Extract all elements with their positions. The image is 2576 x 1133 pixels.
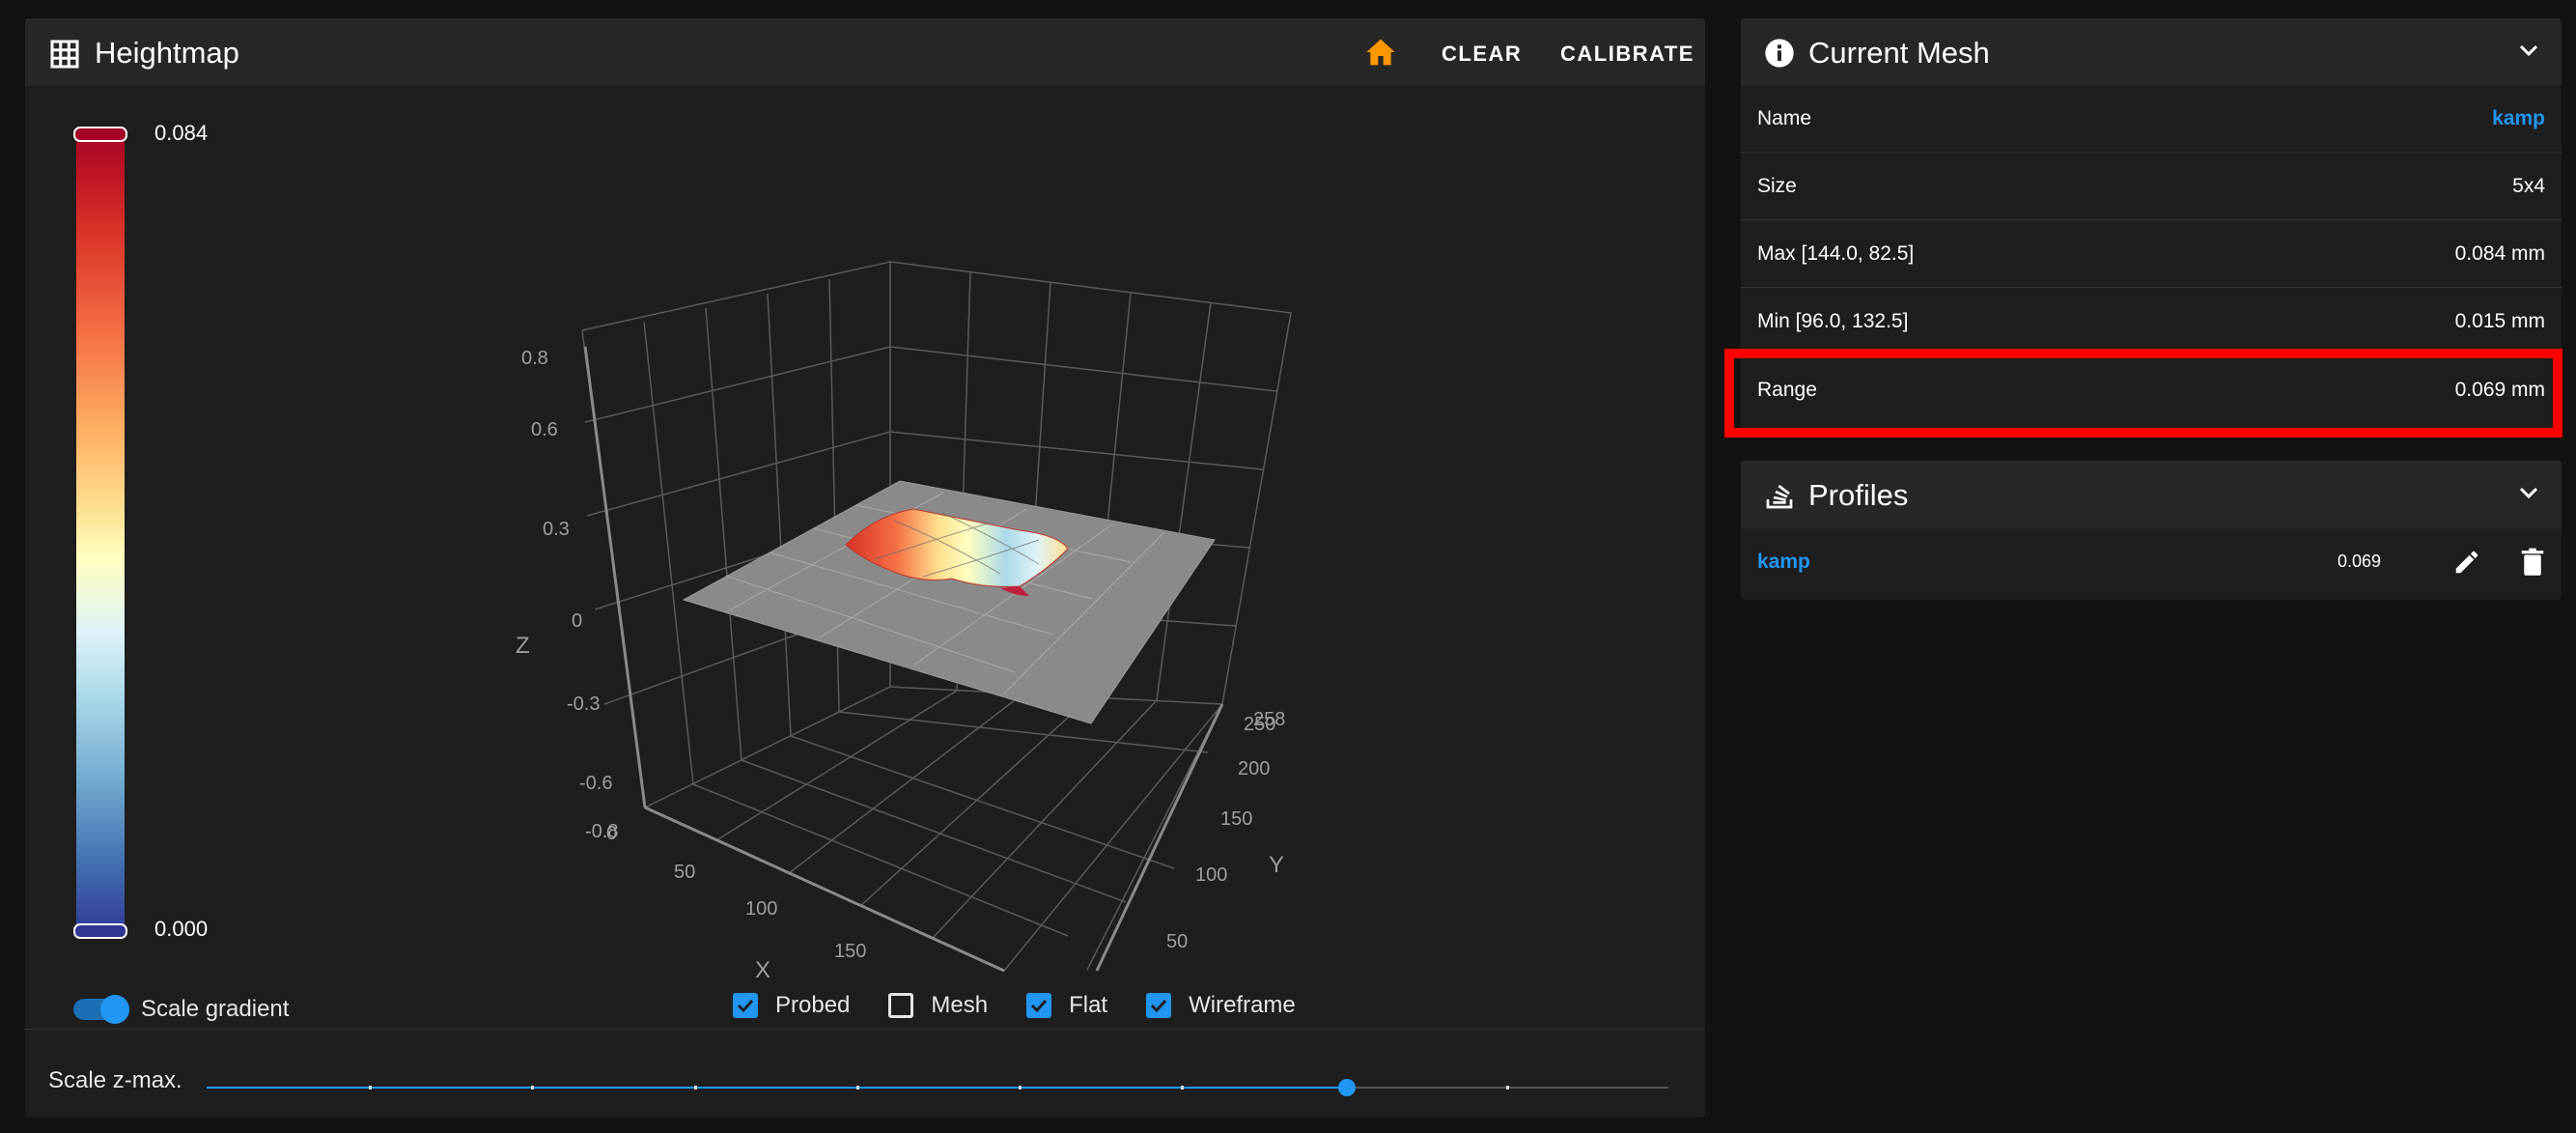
x-tick-label: 0 (606, 823, 617, 844)
z-tick-label: 0.3 (543, 519, 570, 540)
y-tick-label: 250 (1244, 714, 1275, 735)
clear-button[interactable]: CLEAR (1442, 42, 1522, 67)
z-tick-label: -0.3 (567, 694, 600, 715)
current-mesh-header[interactable]: Current Mesh (1741, 18, 2562, 86)
grid-icon (50, 40, 79, 73)
heightmap-card: Heightmap CLEAR CALIBRATE 0.084 0.000 0.… (25, 18, 1705, 1118)
view-options: Probed Mesh Flat Wireframe (733, 992, 1296, 1019)
z-tick-label: 0.8 (521, 348, 548, 369)
profiles-card: Profiles kamp 0.069 (1741, 461, 2562, 600)
colorbar-min-handle[interactable] (73, 923, 127, 939)
range-highlight-box (1724, 349, 2562, 438)
slider-tick (1019, 1086, 1022, 1090)
flat-label: Flat (1069, 992, 1108, 1018)
slider-tick (693, 1086, 697, 1090)
heightmap-title: Heightmap (95, 36, 239, 70)
probed-checkbox[interactable]: Probed (733, 992, 850, 1019)
chevron-down-icon[interactable] (2519, 43, 2538, 62)
z-tick-label: -0.6 (579, 773, 612, 794)
mesh-row-value: 0.084 mm (2454, 242, 2545, 265)
slider-thumb[interactable] (1337, 1079, 1356, 1096)
z-tick-label: 0 (572, 610, 582, 632)
mesh-row-label: Max [144.0, 82.5] (1757, 242, 1915, 265)
calibrate-button[interactable]: CALIBRATE (1560, 42, 1694, 67)
y-axis-title: Y (1269, 852, 1284, 878)
heightmap-3d-plot[interactable]: 0.8 0.6 0.3 0 -0.3 -0.6 -0.8 0 50 100 15… (483, 250, 1332, 984)
slider-ticks (207, 1086, 1668, 1090)
flat-checkbox[interactable]: Flat (1026, 992, 1107, 1019)
check-icon (1026, 993, 1052, 1018)
profile-value: 0.069 (2337, 552, 2381, 571)
profile-row: kamp 0.069 (1741, 528, 2562, 595)
probed-label: Probed (775, 992, 851, 1018)
z-tick-label: 0.6 (531, 419, 558, 440)
current-mesh-title: Current Mesh (1808, 36, 1990, 70)
mesh-row-value: 5x4 (2512, 175, 2545, 197)
divider (25, 1029, 1705, 1030)
mesh-checkbox[interactable]: Mesh (888, 992, 988, 1019)
mesh-row-min: Min [96.0, 132.5] 0.015 mm (1741, 289, 2562, 355)
mesh-row-label: Size (1757, 175, 1797, 197)
profiles-header[interactable]: Profiles (1741, 461, 2562, 528)
z-axis-title: Z (516, 633, 530, 659)
slider-tick (1181, 1086, 1185, 1090)
color-gradient-bar (76, 128, 125, 938)
y-tick-label: 200 (1238, 758, 1270, 779)
colorbar-max-handle[interactable] (73, 127, 127, 142)
x-tick-label: 50 (674, 862, 695, 883)
x-tick-label: 150 (834, 941, 866, 962)
unchecked-box-icon (888, 993, 914, 1018)
check-icon (733, 993, 758, 1018)
scale-gradient-label: Scale gradient (141, 996, 290, 1022)
slider-tick (1505, 1086, 1509, 1090)
scale-gradient-toggle[interactable]: Scale gradient (73, 995, 290, 1024)
mesh-name-value[interactable]: kamp (2492, 107, 2545, 130)
profiles-title: Profiles (1808, 478, 1909, 512)
mesh-row-name: Name kamp (1741, 86, 2562, 153)
mesh-row-max: Max [144.0, 82.5] 0.084 mm (1741, 221, 2562, 288)
mesh-row-value: 0.015 mm (2454, 310, 2545, 332)
check-icon (1146, 993, 1172, 1018)
toggle-switch[interactable] (73, 995, 129, 1024)
wireframe-label: Wireframe (1189, 992, 1296, 1018)
y-tick-label: 100 (1195, 864, 1227, 886)
scale-zmax-label: Scale z-max. (48, 1067, 182, 1093)
y-tick-label: 50 (1166, 931, 1188, 952)
colorbar-max-label: 0.084 (154, 121, 209, 145)
x-tick-label: 100 (745, 898, 777, 920)
delete-trash-icon[interactable] (2520, 548, 2545, 577)
x-axis-title: X (755, 957, 770, 983)
mesh-label: Mesh (931, 992, 989, 1018)
mesh-row-label: Name (1757, 107, 1812, 129)
colorbar-min-label: 0.000 (154, 917, 209, 941)
wireframe-checkbox[interactable]: Wireframe (1146, 992, 1296, 1019)
slider-tick (855, 1086, 859, 1090)
chevron-down-icon[interactable] (2519, 486, 2538, 504)
mesh-row-label: Min [96.0, 132.5] (1757, 310, 1909, 332)
home-icon (1366, 39, 1395, 66)
info-icon (1764, 38, 1795, 73)
slider-tick (531, 1086, 535, 1090)
edit-pencil-icon[interactable] (2452, 548, 2481, 577)
profile-name-link[interactable]: kamp (1757, 551, 1810, 574)
slider-tick (369, 1086, 373, 1090)
heightmap-header: Heightmap CLEAR CALIBRATE (25, 18, 1705, 86)
scale-zmax-slider[interactable] (207, 1079, 1668, 1098)
y-tick-label: 150 (1220, 808, 1252, 830)
layers-icon (1764, 480, 1795, 516)
home-button[interactable] (1365, 38, 1396, 71)
mesh-row-size: Size 5x4 (1741, 154, 2562, 220)
